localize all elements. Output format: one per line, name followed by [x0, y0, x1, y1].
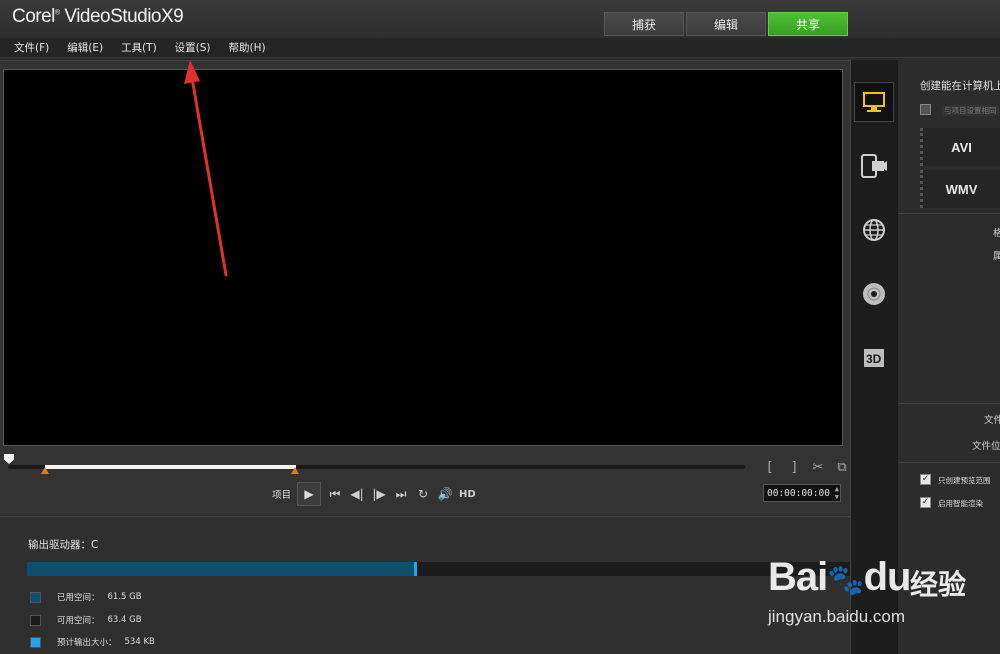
3d-icon[interactable]: 3D — [854, 338, 894, 378]
menu-bar: 文件(F) 编辑(E) 工具(T) 设置(S) 帮助(H) — [0, 38, 1000, 58]
mode-label[interactable]: 项目 — [272, 487, 291, 501]
scissors-icon[interactable]: ✂ — [810, 460, 826, 475]
file-name-label: 文件 — [984, 415, 1000, 426]
divider — [898, 213, 1000, 214]
svg-text:3D: 3D — [866, 352, 882, 366]
logo-brand: Corel — [12, 6, 55, 27]
preview-range-checkbox[interactable]: ✓ — [920, 474, 931, 485]
disc-icon[interactable] — [854, 274, 894, 314]
divider — [898, 403, 1000, 404]
format-wmv-button[interactable]: WMV — [920, 170, 1000, 208]
same-as-project-checkbox[interactable] — [920, 104, 931, 115]
go-to-end-icon[interactable]: ⏭ — [393, 487, 409, 502]
device-icon[interactable] — [854, 146, 894, 186]
legend-value: 61.5 GB — [107, 592, 142, 602]
baidu-watermark: Bai🐾du 经验 jingyan.baidu.com — [768, 545, 996, 635]
go-to-start-icon[interactable]: ⏮ — [327, 487, 343, 502]
divider — [898, 462, 1000, 463]
tab-edit[interactable]: 编辑 — [686, 12, 766, 36]
output-panel — [0, 516, 850, 654]
workspace-tabs: 捕获 编辑 共享 — [604, 12, 850, 36]
disk-estimate-fill — [414, 562, 417, 576]
watermark-brand: Bai🐾du — [768, 555, 911, 599]
legend-swatch — [30, 614, 41, 626]
tab-capture[interactable]: 捕获 — [604, 12, 684, 36]
legend-estimate: 预计输出大小： 534 KB — [30, 636, 155, 648]
app-window: Corel® VideoStudioX9 捕获 编辑 共享 文件(F) 编辑(E… — [0, 0, 1000, 654]
timecode-field[interactable]: 00:00:00:00 ▲ ▼ — [763, 484, 841, 502]
hd-toggle[interactable]: HD — [459, 489, 476, 500]
copy-icon[interactable]: ⧉ — [834, 460, 850, 475]
settings-title: 创建能在计算机上 — [920, 80, 1000, 92]
legend-value: 534 KB — [124, 637, 155, 647]
smart-render-label: 启用智能渲染 — [938, 499, 983, 508]
menu-help[interactable]: 帮助(H) — [229, 40, 266, 55]
properties-label: 属 — [993, 251, 1000, 262]
legend-value: 63.4 GB — [107, 615, 142, 625]
timecode-stepper-icon[interactable]: ▲ ▼ — [835, 485, 839, 501]
same-as-project-label: 与项目设置相同 — [942, 105, 999, 116]
timecode-value: 00:00:00:00 — [767, 487, 830, 499]
logo-version: X9 — [160, 6, 184, 27]
title-bar: Corel® VideoStudioX9 捕获 编辑 共享 — [0, 0, 1000, 38]
format-label: 格 — [993, 228, 1000, 239]
computer-icon[interactable] — [854, 82, 894, 122]
mark-out-icon[interactable]: ] — [786, 460, 802, 475]
smart-render-checkbox[interactable]: ✓ — [920, 497, 931, 508]
trim-out-marker[interactable] — [291, 467, 299, 474]
app-logo: Corel® VideoStudioX9 — [12, 6, 184, 27]
legend-label: 可用空间： — [57, 616, 100, 626]
next-frame-icon[interactable]: |▶ — [371, 487, 387, 501]
menu-settings[interactable]: 设置(S) — [175, 40, 211, 55]
disk-used-fill — [27, 562, 414, 576]
menu-file[interactable]: 文件(F) — [14, 40, 49, 55]
output-drive-label: 输出驱动器：C — [28, 539, 99, 551]
play-button[interactable]: ▶ — [297, 482, 322, 506]
volume-icon[interactable]: 🔊 — [437, 487, 453, 501]
trim-range — [45, 465, 296, 469]
legend-used: 已用空间： 61.5 GB — [30, 591, 142, 603]
legend-swatch — [30, 591, 41, 603]
preview-range-label: 只创建预览范围 — [938, 476, 991, 485]
trim-in-marker[interactable] — [41, 467, 49, 474]
legend-free: 可用空间： 63.4 GB — [30, 614, 142, 626]
menu-tools[interactable]: 工具(T) — [121, 40, 157, 55]
trim-toolbar: [ ] ✂ ⧉ — [762, 460, 850, 475]
tab-share[interactable]: 共享 — [768, 12, 848, 36]
mark-in-icon[interactable]: [ — [762, 460, 778, 475]
repeat-icon[interactable]: ↻ — [415, 487, 431, 501]
web-icon[interactable] — [854, 210, 894, 250]
legend-swatch — [30, 636, 41, 648]
previous-frame-icon[interactable]: ◀| — [349, 487, 365, 501]
menu-edit[interactable]: 编辑(E) — [67, 40, 103, 55]
logo-product: VideoStudio — [64, 6, 161, 27]
preview-screen — [3, 69, 843, 446]
file-location-label: 文件位 — [972, 441, 1000, 452]
playback-controls: 项目 ▶ ⏮ ◀| |▶ ⏭ ↻ 🔊 HD — [272, 482, 476, 506]
watermark-cn: 经验 — [910, 568, 967, 601]
format-avi-button[interactable]: AVI — [920, 128, 1000, 166]
legend-label: 已用空间： — [57, 593, 100, 603]
watermark-url: jingyan.baidu.com — [768, 607, 906, 626]
legend-label: 预计输出大小： — [57, 638, 117, 648]
